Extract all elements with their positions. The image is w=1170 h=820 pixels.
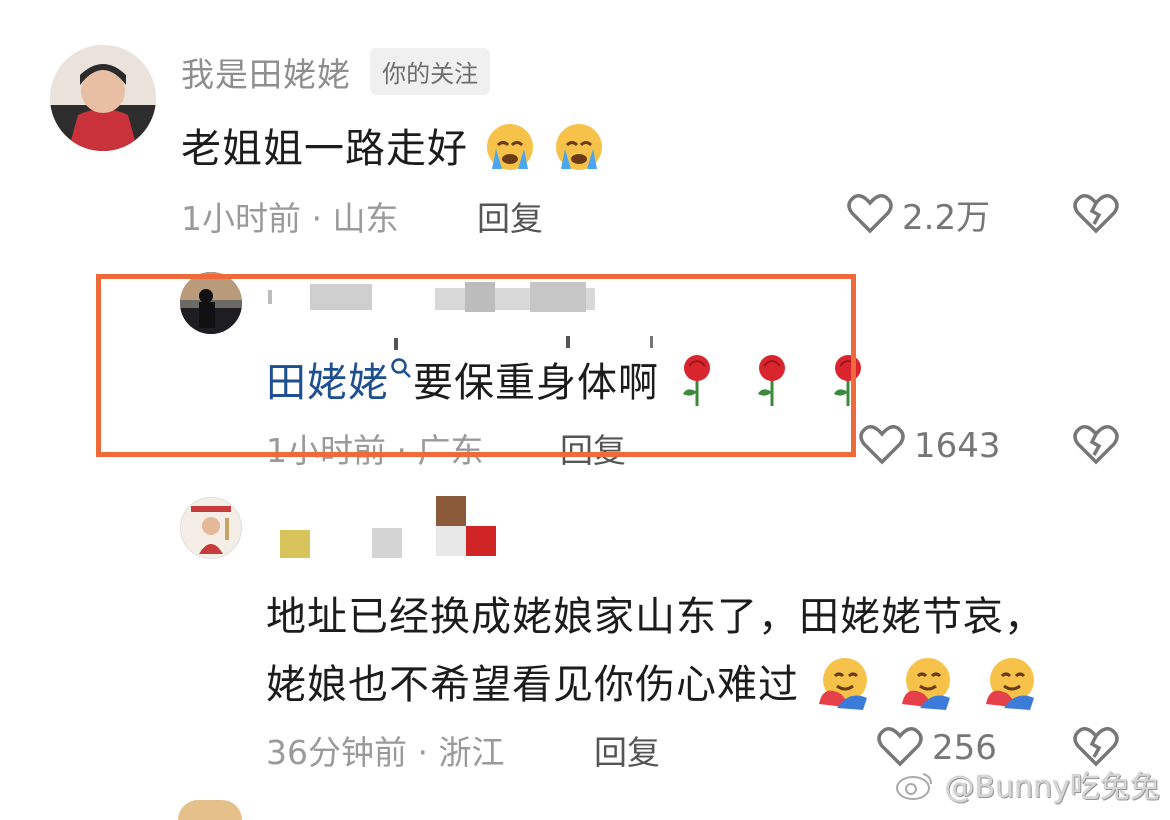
broken-heart-icon	[1072, 425, 1120, 470]
masked-username	[280, 530, 310, 558]
avatar[interactable]	[178, 800, 242, 820]
avatar[interactable]	[180, 497, 242, 559]
hugging-face-icon	[813, 654, 873, 720]
masked-username	[372, 528, 402, 558]
highlight-box	[96, 274, 856, 457]
like-button[interactable]: 2.2万	[846, 190, 990, 239]
like-count: 2.2万	[902, 198, 991, 238]
heart-icon	[858, 422, 906, 470]
time-location: 1小时前 · 山东	[181, 199, 399, 238]
comment-header: 我是田姥姥 你的关注	[181, 48, 491, 99]
masked-username	[466, 526, 496, 556]
comment-text: 老姐姐一路走好	[181, 116, 607, 181]
following-badge: 你的关注	[370, 48, 491, 95]
dislike-button[interactable]	[1072, 191, 1120, 239]
like-button[interactable]: 1643	[858, 422, 1001, 470]
watermark: @Bunny吃兔兔	[895, 762, 1160, 808]
like-count: 1643	[914, 426, 1001, 466]
avatar[interactable]	[50, 45, 156, 151]
weibo-logo-icon	[895, 770, 935, 808]
broken-heart-icon	[1072, 194, 1120, 239]
comment-text-line: 地址已经换成姥娘家山东了，田姥姥节哀，	[266, 594, 1045, 640]
time-location: 36分钟前 · 浙江	[266, 733, 505, 772]
reply-button[interactable]: 回复	[477, 192, 543, 240]
reply-button[interactable]: 回复	[594, 726, 660, 774]
crying-face-icon	[551, 121, 607, 181]
username[interactable]: 我是田姥姥	[181, 55, 351, 94]
crying-face-icon	[482, 121, 538, 181]
masked-username	[436, 496, 466, 526]
masked-username	[436, 526, 466, 556]
heart-icon	[846, 191, 894, 239]
comment-text-line: 姥娘也不希望看见你伤心难过	[266, 652, 1040, 720]
hugging-face-icon	[896, 654, 956, 720]
hugging-face-icon	[980, 654, 1040, 720]
dislike-button[interactable]	[1072, 422, 1120, 470]
